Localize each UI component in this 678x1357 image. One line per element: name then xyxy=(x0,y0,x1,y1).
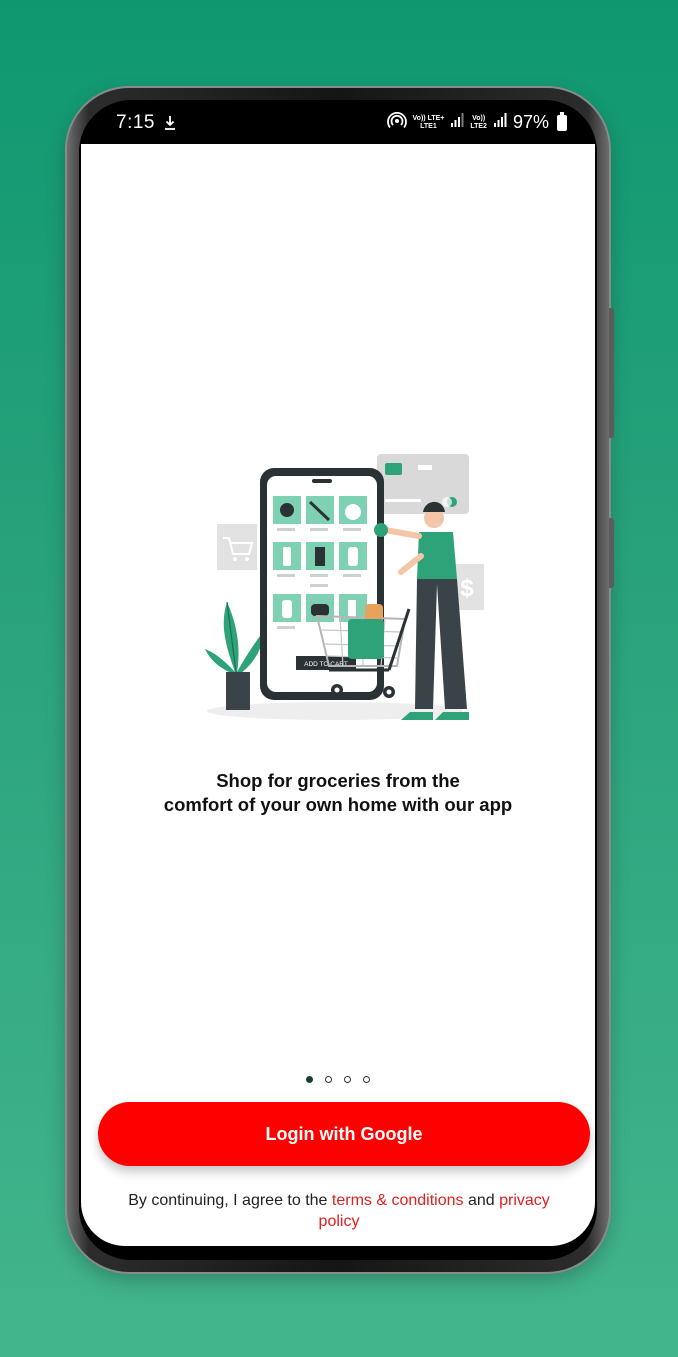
power-button xyxy=(609,308,614,438)
terms-conditions-link[interactable]: terms & conditions xyxy=(332,1192,464,1209)
headline-line-1: Shop for groceries from the xyxy=(216,770,460,791)
network-2: Vo)) LTE2 xyxy=(470,115,487,131)
battery-icon xyxy=(557,111,567,131)
page-dot-4[interactable] xyxy=(363,1076,370,1083)
network-2-label: Vo)) xyxy=(472,114,486,122)
grocery-shopping-illustration: $ ADD TO CART xyxy=(205,454,487,734)
page-dot-3[interactable] xyxy=(344,1076,351,1083)
network-1: Vo)) LTE+ LTE1 xyxy=(413,115,445,131)
signal-2-icon xyxy=(493,113,507,132)
page-dot-2[interactable] xyxy=(325,1076,332,1083)
terms-middle-text: and xyxy=(463,1192,500,1209)
status-icons: Vo)) LTE+ LTE1 Vo)) LTE2 97% xyxy=(386,111,567,134)
phone-screen: 7:15 Vo)) LTE+ LTE1 Vo)) LTE2 97% $ ADD … xyxy=(79,100,597,1260)
battery-percent: 97% xyxy=(512,112,549,132)
onboarding-screen: $ ADD TO CART Shop for groceries from th… xyxy=(81,144,595,1246)
svg-text:$: $ xyxy=(460,575,474,602)
page-indicator xyxy=(81,1076,595,1083)
volume-button xyxy=(609,518,614,588)
status-bar: 7:15 Vo)) LTE+ LTE1 Vo)) LTE2 97% xyxy=(79,100,597,145)
onboarding-headline: Shop for groceries from the comfort of y… xyxy=(81,769,595,817)
network-2-sim: LTE2 xyxy=(470,122,487,130)
network-1-label: Vo)) LTE+ xyxy=(412,114,445,122)
headline-line-2: comfort of your own home with our app xyxy=(163,794,513,815)
hotspot-icon xyxy=(386,111,407,134)
terms-notice: By continuing, I agree to the terms & co… xyxy=(111,1190,567,1232)
page-dot-1[interactable] xyxy=(306,1076,313,1083)
login-with-google-button[interactable]: Login with Google xyxy=(98,1102,590,1166)
status-time: 7:15 xyxy=(116,111,155,133)
download-icon xyxy=(164,115,176,131)
network-1-sim: LTE1 xyxy=(420,122,437,130)
phone-frame: 7:15 Vo)) LTE+ LTE1 Vo)) LTE2 97% $ ADD … xyxy=(67,88,614,1272)
signal-1-icon xyxy=(450,113,464,132)
terms-prefix-text: By continuing, I agree to the xyxy=(128,1192,332,1209)
